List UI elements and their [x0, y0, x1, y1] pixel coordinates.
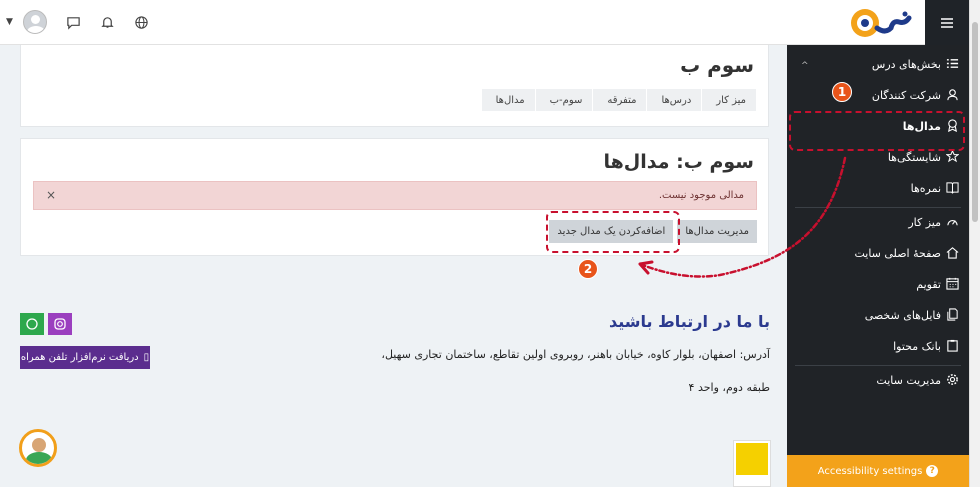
contact-address: آدرس: اصفهان، بلوار کاوه، خیابان باهنر، …	[381, 348, 770, 361]
mobile-icon: ▯	[143, 352, 150, 363]
contact-floor: طبقه دوم، واحد ۴	[688, 381, 770, 394]
whatsapp-icon[interactable]	[20, 313, 44, 335]
app-button-label: دریافت نرم‌افزار تلفن همراه	[20, 352, 139, 363]
contact-title: با ما در ارتباط باشید	[608, 312, 770, 331]
instagram-icon[interactable]	[48, 313, 72, 335]
get-mobile-app-button[interactable]: ▯ دریافت نرم‌افزار تلفن همراه	[20, 346, 150, 369]
trust-seal-icon[interactable]	[733, 440, 771, 487]
annotation-arrow	[638, 156, 847, 278]
support-chat-icon[interactable]	[19, 429, 57, 467]
